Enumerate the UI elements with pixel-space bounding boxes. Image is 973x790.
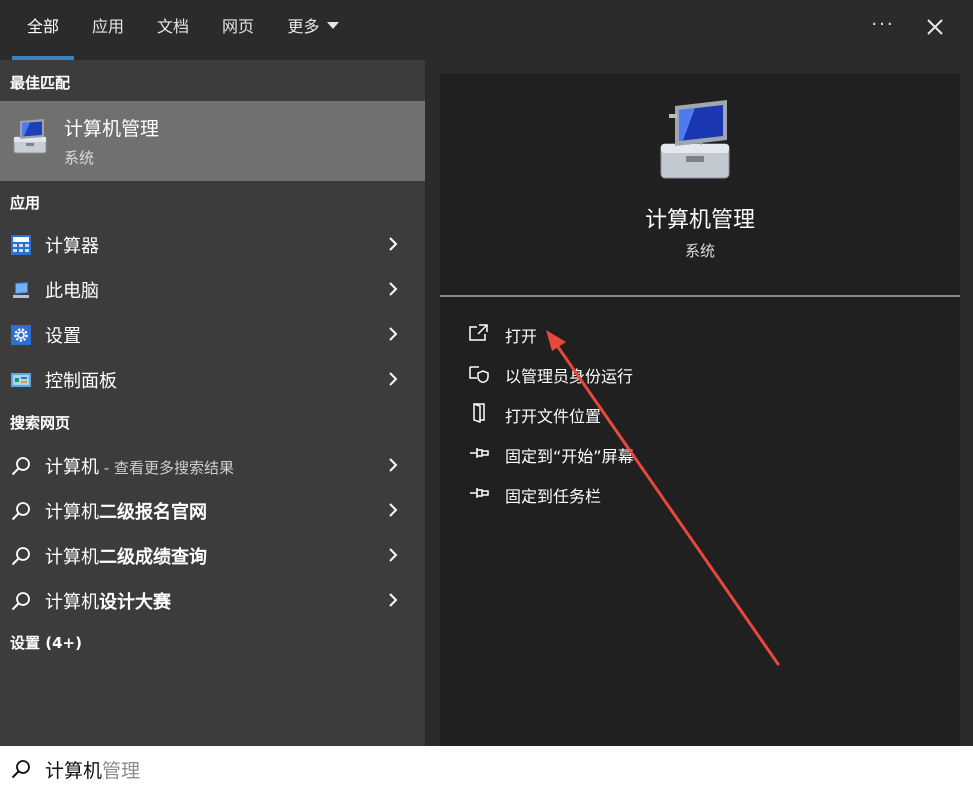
web-suggestion-prefix: 计算机 <box>45 502 99 523</box>
best-match-heading: 最佳匹配 <box>10 74 71 92</box>
calculator-icon <box>11 235 31 255</box>
search-icon <box>11 592 30 611</box>
app-item-this-pc[interactable]: 此电脑 <box>0 267 425 311</box>
chevron-right-icon[interactable] <box>385 501 401 519</box>
control-panel-icon <box>11 373 31 387</box>
web-suggestion-item[interactable]: 计算机设计大赛 <box>0 578 425 622</box>
pin-icon <box>470 488 489 498</box>
top-tab-bar: 全部 应用 文档 网页 更多 ··· <box>0 0 973 60</box>
web-suggestion-hint: - 查看更多搜索结果 <box>99 459 234 477</box>
close-icon <box>927 19 943 35</box>
results-panel: 最佳匹配 计算机管理 系统 应用 计算器 此电脑 设置 控制面板 搜索网页 计算… <box>0 60 425 746</box>
action-label: 固定到任务栏 <box>505 487 602 506</box>
best-match-subtitle: 系统 <box>64 149 95 167</box>
web-suggestion-bold: 设计大赛 <box>99 592 171 613</box>
more-options-icon[interactable]: ··· <box>866 10 900 44</box>
action-open[interactable]: 打开 <box>468 319 768 349</box>
action-pin-to-start[interactable]: 固定到“开始”屏幕 <box>468 439 768 469</box>
web-suggestion-label: 计算机二级成绩查询 <box>45 543 207 569</box>
tab-web[interactable]: 网页 <box>210 0 266 60</box>
settings-gear-icon <box>11 325 31 345</box>
action-label: 以管理员身份运行 <box>505 367 634 386</box>
tab-apps[interactable]: 应用 <box>80 0 136 60</box>
settings-heading[interactable]: 设置 (4+) <box>10 632 82 653</box>
action-run-as-admin[interactable]: 以管理员身份运行 <box>468 359 768 389</box>
app-item-label: 计算器 <box>45 236 99 257</box>
app-item-label: 此电脑 <box>45 281 99 302</box>
tab-more-label: 更多 <box>287 17 320 36</box>
search-icon <box>11 547 30 566</box>
best-match-title: 计算机管理 <box>64 118 160 140</box>
search-icon <box>11 760 30 779</box>
chevron-right-icon[interactable] <box>385 325 401 343</box>
web-suggestion-bold: 二级成绩查询 <box>99 547 207 568</box>
web-suggestion-item[interactable]: 计算机 - 查看更多搜索结果 <box>0 443 425 487</box>
action-pin-to-taskbar[interactable]: 固定到任务栏 <box>468 479 768 509</box>
app-item-settings[interactable]: 设置 <box>0 312 425 356</box>
chevron-right-icon[interactable] <box>385 280 401 298</box>
web-suggestion-item[interactable]: 计算机二级报名官网 <box>0 488 425 532</box>
action-label: 打开文件位置 <box>505 407 602 426</box>
pin-icon <box>470 448 489 458</box>
chevron-right-icon[interactable] <box>385 235 401 253</box>
web-suggestion-bold: 二级报名官网 <box>99 502 207 523</box>
chevron-right-icon[interactable] <box>385 456 401 474</box>
web-suggestion-prefix: 计算机 <box>45 547 99 568</box>
web-suggestion-item[interactable]: 计算机二级成绩查询 <box>0 533 425 577</box>
details-title: 计算机管理 <box>644 208 755 233</box>
action-label: 固定到“开始”屏幕 <box>505 447 634 466</box>
web-suggestion-label: 计算机二级报名官网 <box>45 498 207 524</box>
tab-documents[interactable]: 文档 <box>145 0 201 60</box>
file-location-icon <box>473 403 485 423</box>
details-subtitle: 系统 <box>684 242 715 260</box>
tab-all[interactable]: 全部 <box>12 0 74 60</box>
chevron-down-icon <box>326 22 339 29</box>
web-search-heading: 搜索网页 <box>10 414 71 432</box>
search-bar[interactable]: 计算机管理 <box>0 746 973 790</box>
web-suggestion-prefix: 计算机 <box>45 592 99 613</box>
tab-more[interactable]: 更多 <box>277 0 349 60</box>
search-autocomplete: 管理 <box>102 760 141 782</box>
this-pc-icon <box>13 282 29 298</box>
web-suggestion-label: 计算机设计大赛 <box>45 588 171 614</box>
search-icon <box>11 457 30 476</box>
app-item-control-panel[interactable]: 控制面板 <box>0 357 425 401</box>
chevron-right-icon[interactable] <box>385 546 401 564</box>
open-icon <box>469 324 488 341</box>
divider <box>440 295 960 297</box>
chevron-right-icon[interactable] <box>385 591 401 609</box>
app-item-label: 控制面板 <box>45 371 117 392</box>
search-icon <box>11 502 30 521</box>
best-match-item[interactable]: 计算机管理 系统 <box>0 101 425 181</box>
web-suggestion-prefix: 计算机 <box>45 457 99 478</box>
apps-heading: 应用 <box>10 194 41 212</box>
app-item-calculator[interactable]: 计算器 <box>0 222 425 266</box>
app-item-label: 设置 <box>45 326 81 347</box>
run-as-admin-shield-icon <box>469 366 489 383</box>
action-label: 打开 <box>505 327 538 346</box>
details-panel: 计算机管理 系统 打开 以管理员身份运行 打开文件位置 固定到“开始”屏幕 固定… <box>440 74 960 746</box>
computer-management-icon <box>13 119 47 154</box>
close-button[interactable] <box>918 10 952 44</box>
chevron-right-icon[interactable] <box>385 370 401 388</box>
web-suggestion-label: 计算机 - 查看更多搜索结果 <box>45 453 234 479</box>
search-typed-text: 计算机 <box>45 760 103 782</box>
computer-management-icon <box>660 100 730 179</box>
action-open-file-location[interactable]: 打开文件位置 <box>468 399 768 429</box>
search-input[interactable]: 计算机管理 <box>45 756 140 783</box>
